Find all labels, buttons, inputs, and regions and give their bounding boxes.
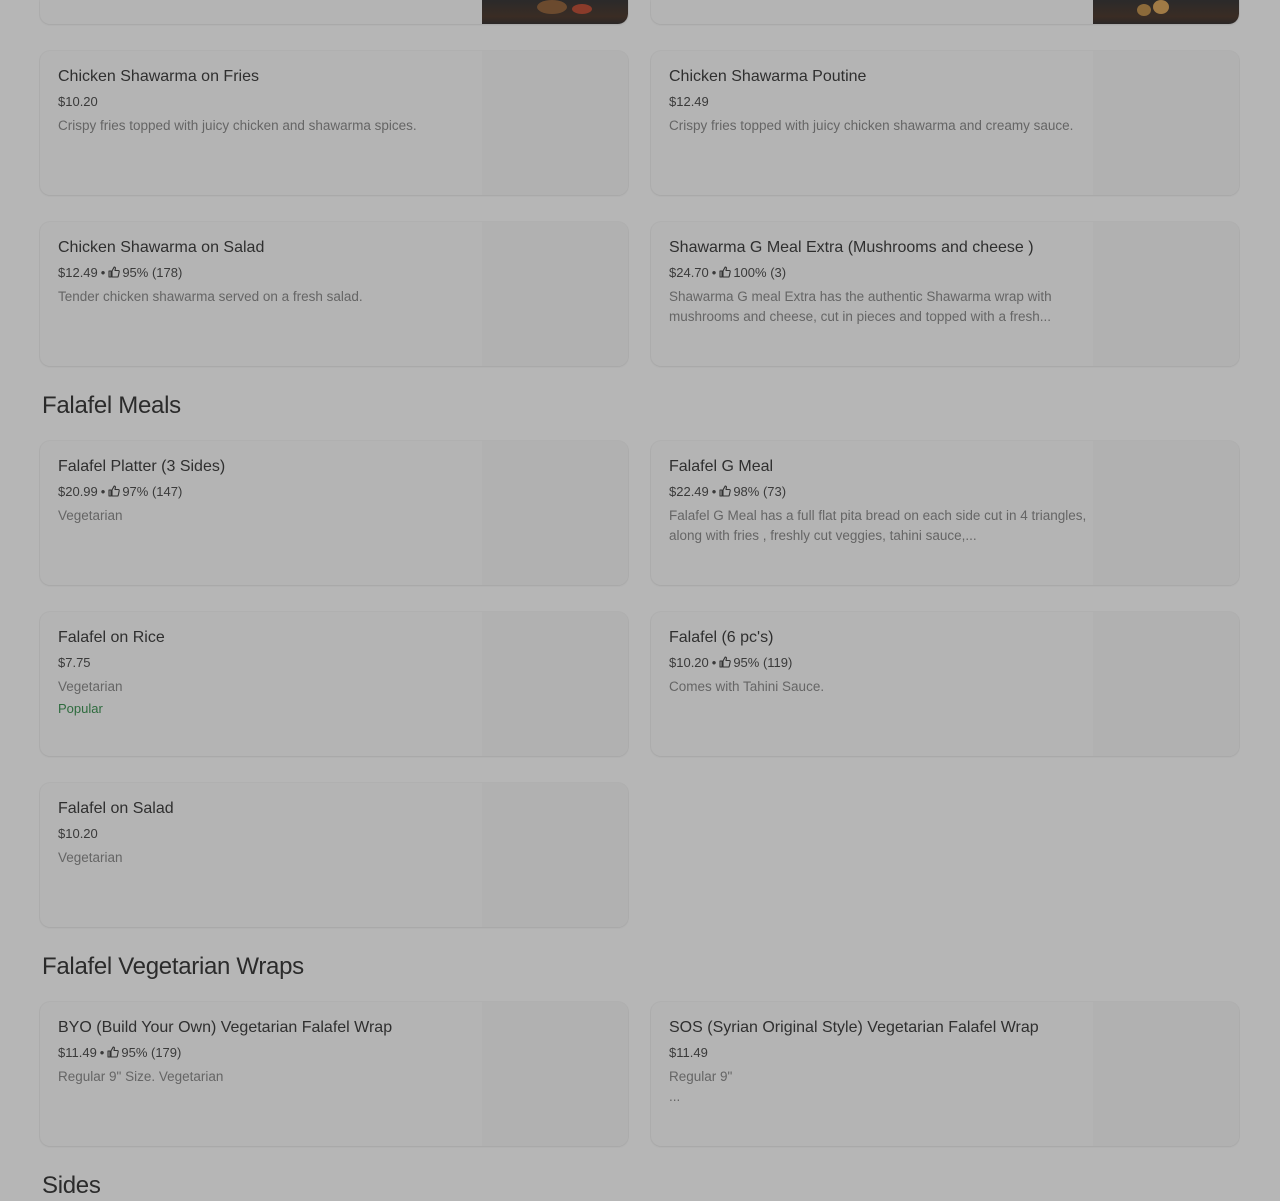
item-meta: $7.75 (58, 653, 478, 673)
menu-item-image (482, 612, 628, 756)
item-description: Vegetarian (58, 679, 123, 694)
section-title-falafel-meals: Falafel Meals (42, 392, 181, 419)
menu-item-image (482, 783, 628, 927)
item-description: Shawarma G meal Extra has the authentic … (669, 289, 1052, 324)
item-rating: 100% (3) (733, 265, 787, 280)
popular-badge: Popular (58, 701, 103, 716)
thumbs-up-icon (719, 485, 732, 497)
menu-item-image (1093, 612, 1239, 756)
thumbs-up-icon (107, 1046, 120, 1058)
menu-item-image (1093, 51, 1239, 195)
item-meta: $20.99 • 97% (147) (58, 482, 478, 502)
menu-item-card[interactable]: Chicken Shawarma on Salad $12.49 • 95% (17… (40, 222, 628, 366)
menu-item-image (482, 1002, 628, 1146)
item-description: Tender chicken shawarma served on a fres… (58, 289, 363, 304)
item-rating: 95% (178) (122, 265, 183, 280)
section-title-sides: Sides (42, 1172, 101, 1199)
item-description: Regular 9" Size. Vegetarian (58, 1069, 224, 1084)
item-name: Chicken Shawarma on Salad (58, 239, 265, 256)
thumbs-up-icon (719, 266, 732, 278)
menu-item-card[interactable]: Chicken Shawarma on Fries $10.20 Crispy … (40, 51, 628, 195)
item-description: Crispy fries topped with juicy chicken a… (58, 118, 417, 133)
item-price: $24.70 (669, 265, 709, 280)
item-meta: $10.20 (58, 824, 478, 844)
thumbs-up-icon (108, 485, 121, 497)
item-price: $12.49 (58, 265, 98, 280)
menu-item-card[interactable]: BYO (Build Your Own) Vegetarian Falafel … (40, 1002, 628, 1146)
menu-item-card[interactable]: Falafel on Rice $7.75 Vegetarian Popular (40, 612, 628, 756)
menu-item-card[interactable]: Chicken Shawarma Poutine $12.49 Crispy f… (651, 51, 1239, 195)
menu-item-card[interactable]: Falafel Platter (3 Sides) $20.99 • 97% (14… (40, 441, 628, 585)
menu-item-card-partial-left[interactable] (40, 0, 628, 24)
menu-item-image (482, 51, 628, 195)
section-title-falafel-vegetarian-wraps: Falafel Vegetarian Wraps (42, 953, 304, 980)
thumbs-up-icon (719, 656, 732, 668)
separator: • (711, 265, 717, 280)
menu-item-card[interactable]: Falafel G Meal $22.49 • 98% (73) Falafel G… (651, 441, 1239, 585)
item-description: Vegetarian (58, 508, 123, 523)
item-meta: $11.49 • 95% (179) (58, 1043, 478, 1063)
item-rating: 98% (73) (733, 484, 787, 499)
menu-item-card[interactable]: Shawarma G Meal Extra (Mushrooms and che… (651, 222, 1239, 366)
item-name: BYO (Build Your Own) Vegetarian Falafel … (58, 1019, 393, 1036)
menu-item-image (1093, 222, 1239, 366)
separator: • (100, 265, 106, 280)
menu-item-image (1093, 441, 1239, 585)
item-rating: 95% (179) (121, 1045, 182, 1060)
thumbs-up-icon (108, 266, 121, 278)
menu-item-card-partial-right[interactable] (651, 0, 1239, 24)
item-description: Vegetarian (58, 850, 123, 865)
item-meta: $12.49 (669, 92, 1089, 112)
item-price: $11.49 (669, 1045, 708, 1060)
separator: • (711, 484, 717, 499)
menu-item-image (1093, 0, 1239, 24)
item-meta: $22.49 • 98% (73) (669, 482, 1089, 502)
item-name: Chicken Shawarma Poutine (669, 68, 867, 85)
menu-item-image (482, 0, 628, 24)
item-price: $12.49 (669, 94, 709, 109)
menu-item-image (482, 222, 628, 366)
item-description: Falafel G Meal has a full flat pita brea… (669, 508, 1087, 543)
menu-item-card[interactable]: Falafel on Salad $10.20 Vegetarian (40, 783, 628, 927)
item-description: Crispy fries topped with juicy chicken s… (669, 118, 1074, 133)
item-name: Chicken Shawarma on Fries (58, 68, 259, 85)
item-name: Falafel (6 pc's) (669, 629, 774, 646)
item-meta: $11.49 (669, 1043, 1089, 1063)
menu-item-card[interactable]: SOS (Syrian Original Style) Vegetarian F… (651, 1002, 1239, 1146)
item-meta: $10.20 • 95% (119) (669, 653, 1089, 673)
menu-item-image (1093, 1002, 1239, 1146)
item-name: Falafel Platter (3 Sides) (58, 458, 226, 475)
menu-item-card[interactable]: Falafel (6 pc's) $10.20 • 95% (119) Comes … (651, 612, 1239, 756)
item-name: Shawarma G Meal Extra (Mushrooms and che… (669, 239, 1034, 256)
item-price: $22.49 (669, 484, 709, 499)
separator: • (99, 1045, 105, 1060)
item-meta: $12.49 • 95% (178) (58, 263, 478, 283)
item-name: Falafel on Salad (58, 800, 174, 817)
item-name: Falafel on Rice (58, 629, 165, 646)
menu-item-image (482, 441, 628, 585)
separator: • (100, 484, 106, 499)
item-price: $10.20 (58, 826, 98, 841)
menu-page: Chicken Shawarma on Fries $10.20 Crispy … (0, 0, 1280, 1201)
item-description: Regular 9" ... (669, 1069, 733, 1104)
item-description: Comes with Tahini Sauce. (669, 679, 825, 694)
item-name: Falafel G Meal (669, 458, 774, 475)
item-price: $10.20 (58, 94, 98, 109)
item-price: $7.75 (58, 655, 91, 670)
item-price: $20.99 (58, 484, 98, 499)
item-meta: $10.20 (58, 92, 478, 112)
item-name: SOS (Syrian Original Style) Vegetarian F… (669, 1019, 1039, 1036)
item-meta: $24.70 • 100% (3) (669, 263, 1089, 283)
separator: • (711, 655, 717, 670)
item-rating: 95% (119) (733, 655, 793, 670)
item-rating: 97% (147) (122, 484, 183, 499)
item-price: $11.49 (58, 1045, 97, 1060)
item-price: $10.20 (669, 655, 709, 670)
